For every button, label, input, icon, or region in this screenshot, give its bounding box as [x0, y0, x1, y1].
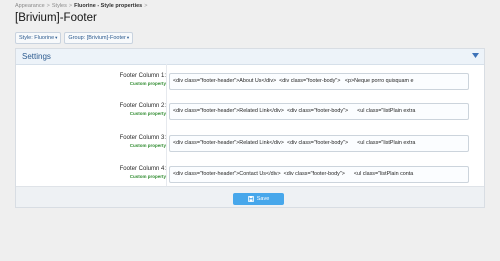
property-row: Footer Column 1: Custom property <div cl… [16, 73, 484, 92]
chevron-down-icon[interactable] [472, 53, 479, 60]
custom-property-hint: Custom property [129, 174, 166, 179]
style-filter-button[interactable]: Style: Fluorine▾ [15, 32, 62, 44]
property-label: Footer Column 3: [119, 135, 166, 141]
custom-property-hint: Custom property [129, 81, 166, 86]
property-label: Footer Column 2: [119, 103, 166, 109]
page-title: [Brivium]-Footer [15, 12, 97, 24]
filter-bar: Style: Fluorine▾ Group: [Brivium]-Footer… [15, 32, 134, 44]
property-row: Footer Column 3: Custom property <div cl… [16, 135, 484, 154]
property-label: Footer Column 4: [119, 166, 166, 172]
footer-column-1-input[interactable]: <div class="footer-header">About Us</div… [169, 73, 469, 90]
footer-column-4-input[interactable]: <div class="footer-header">Contact Us</d… [169, 166, 469, 183]
breadcrumb-style-properties[interactable]: Fluorine - Style properties [74, 3, 142, 9]
breadcrumb-styles[interactable]: Styles [52, 3, 67, 9]
property-row: Footer Column 2: Custom property <div cl… [16, 103, 484, 122]
breadcrumb-separator: > [46, 3, 50, 9]
footer-column-2-input[interactable]: <div class="footer-header">Related Link<… [169, 103, 469, 120]
custom-property-hint: Custom property [129, 111, 166, 116]
save-button[interactable]: Save [233, 193, 284, 205]
breadcrumb-separator: > [68, 3, 73, 9]
caret-down-icon: ▾ [55, 35, 58, 40]
property-label: Footer Column 1: [119, 73, 166, 79]
style-filter-label: Style: Fluorine [19, 35, 55, 41]
custom-property-hint: Custom property [129, 143, 166, 148]
property-row: Footer Column 4: Custom property <div cl… [16, 166, 484, 185]
save-label: Save [256, 196, 270, 202]
panel-title: Settings [22, 52, 51, 61]
save-icon [247, 196, 254, 202]
breadcrumb: Appearance > Styles > Fluorine - Style prope… [15, 3, 149, 9]
breadcrumb-appearance[interactable]: Appearance [15, 3, 45, 9]
caret-down-icon: ▾ [126, 35, 130, 40]
property-label-group: Footer Column 1: Custom property [16, 73, 166, 86]
property-label-group: Footer Column 4: Custom property [16, 166, 166, 179]
panel-header[interactable]: Settings [16, 49, 484, 65]
breadcrumb-separator: > [144, 3, 148, 9]
property-label-group: Footer Column 2: Custom property [16, 103, 166, 116]
settings-panel: Settings Footer Column 1: Custom propert… [15, 48, 485, 208]
property-label-group: Footer Column 3: Custom property [16, 135, 166, 148]
group-filter-button[interactable]: Group: [Brivium]-Footer▾ [64, 32, 134, 44]
footer-column-3-input[interactable]: <div class="footer-header">Related Link<… [169, 135, 469, 152]
group-filter-label: Group: [Brivium]-Footer [68, 35, 126, 41]
